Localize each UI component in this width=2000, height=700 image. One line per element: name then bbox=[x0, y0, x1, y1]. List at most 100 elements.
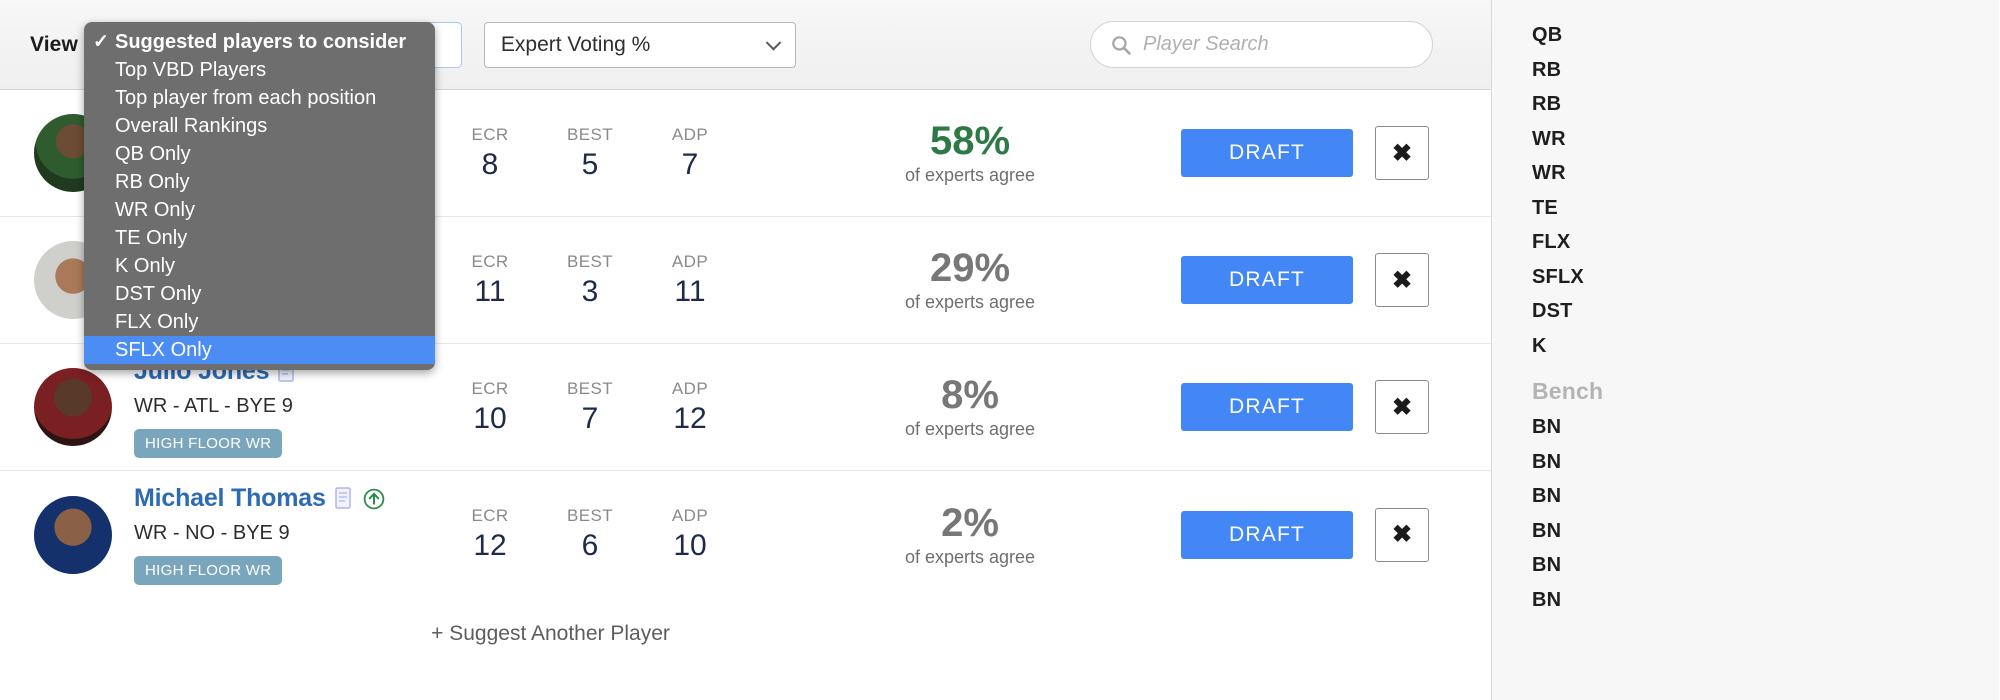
roster-sidebar: QB RB RB WR WR TE FLX SFLX DST K Bench BN BN BN BN BN… bbox=[1492, 0, 1999, 700]
roster-slot[interactable]: WR bbox=[1532, 156, 1999, 191]
stat-best: BEST 6 bbox=[540, 506, 640, 563]
dropdown-item[interactable]: QB Only bbox=[84, 140, 435, 168]
dropdown-item[interactable]: TE Only bbox=[84, 224, 435, 252]
stat-best-label: BEST bbox=[566, 506, 613, 525]
dropdown-item-label: Overall Rankings bbox=[115, 114, 268, 137]
bench-slot[interactable]: BN bbox=[1532, 583, 1999, 618]
bench-slot[interactable]: BN bbox=[1532, 548, 1999, 583]
draft-button[interactable]: DRAFT bbox=[1181, 256, 1353, 304]
stat-ecr: ECR 12 bbox=[440, 506, 540, 563]
dropdown-item-label: Suggested players to consider bbox=[115, 30, 407, 53]
dropdown-item[interactable]: WR Only bbox=[84, 196, 435, 224]
dropdown-item[interactable]: ✓ Suggested players to consider bbox=[84, 28, 435, 56]
stat-adp-value: 7 bbox=[681, 147, 699, 181]
roster-slot[interactable]: RB bbox=[1532, 53, 1999, 88]
roster-slot[interactable]: SFLX bbox=[1532, 260, 1999, 295]
roster-slot[interactable]: QB bbox=[1532, 18, 1999, 53]
stat-ecr-label: ECR bbox=[471, 506, 509, 525]
stat-adp: ADP 10 bbox=[640, 506, 740, 563]
bench-header: Bench bbox=[1532, 378, 1604, 404]
bench-slot[interactable]: BN bbox=[1532, 479, 1999, 514]
roster-slot[interactable]: TE bbox=[1532, 191, 1999, 226]
dropdown-item[interactable]: RB Only bbox=[84, 168, 435, 196]
stat-ecr-label: ECR bbox=[471, 378, 509, 398]
roster-slot[interactable]: RB bbox=[1532, 87, 1999, 122]
avatar bbox=[34, 495, 112, 574]
dropdown-item-label: Top VBD Players bbox=[115, 58, 267, 81]
stat-ecr: ECR 11 bbox=[440, 252, 540, 309]
stat-best-value: 7 bbox=[581, 401, 599, 435]
experts-agree: 58% of experts agree bbox=[820, 120, 1120, 186]
roster-slot[interactable]: DST bbox=[1532, 294, 1999, 329]
dropdown-item[interactable]: Top player from each position bbox=[84, 84, 435, 112]
remove-player-button[interactable]: ✖ bbox=[1375, 507, 1429, 562]
remove-player-button[interactable]: ✖ bbox=[1375, 253, 1429, 307]
roster-slot[interactable]: FLX bbox=[1532, 225, 1999, 260]
player-stats: ECR 10 BEST 7 ADP 12 bbox=[440, 379, 740, 436]
dropdown-item[interactable]: DST Only bbox=[84, 280, 435, 308]
dropdown-item-label: SFLX Only bbox=[115, 338, 212, 361]
draft-button[interactable]: DRAFT bbox=[1181, 129, 1353, 177]
stat-ecr: ECR 8 bbox=[440, 125, 540, 182]
player-note-icon[interactable] bbox=[334, 487, 354, 510]
draft-button[interactable]: DRAFT bbox=[1181, 510, 1353, 559]
dropdown-item-label: K Only bbox=[115, 254, 176, 277]
player-name[interactable]: Michael Thomas bbox=[134, 484, 326, 513]
stat-adp-value: 10 bbox=[673, 529, 707, 562]
experts-agree-label: of experts agree bbox=[904, 165, 1036, 185]
stat-adp-label: ADP bbox=[671, 378, 709, 398]
experts-agree: 29% of experts agree bbox=[820, 247, 1120, 313]
roster-slot[interactable]: WR bbox=[1532, 122, 1999, 157]
stat-ecr-value: 8 bbox=[481, 147, 499, 181]
draft-button[interactable]: DRAFT bbox=[1181, 383, 1353, 431]
bench-slot[interactable]: BN bbox=[1532, 445, 1999, 480]
experts-agree-percent: 58% bbox=[929, 119, 1011, 163]
roster-slot[interactable]: K bbox=[1532, 329, 1999, 364]
view-dropdown-menu[interactable]: ✓ Suggested players to consider Top VBD Pl… bbox=[84, 22, 435, 370]
dropdown-item-label: TE Only bbox=[115, 226, 188, 249]
player-stats: ECR 11 BEST 3 ADP 11 bbox=[440, 252, 740, 309]
player-info: Julio Jones WR - ATL - BYE 9 HIGH FLOOR WR bbox=[134, 357, 434, 458]
search-box[interactable] bbox=[1090, 21, 1433, 68]
player-stats: ECR 12 BEST 6 ADP 10 bbox=[440, 506, 740, 563]
dropdown-item[interactable]: SFLX Only bbox=[84, 336, 435, 364]
stat-ecr: ECR 10 bbox=[440, 379, 540, 436]
suggest-row: + Suggest Another Player bbox=[0, 598, 1491, 670]
remove-player-button[interactable]: ✖ bbox=[1375, 380, 1429, 434]
avatar bbox=[34, 368, 112, 446]
dropdown-bottom-pad bbox=[84, 364, 435, 370]
dropdown-item[interactable]: Top VBD Players bbox=[84, 56, 435, 84]
dropdown-item[interactable]: K Only bbox=[84, 252, 435, 280]
stat-ecr-label: ECR bbox=[471, 124, 509, 144]
bench-slot[interactable]: BN bbox=[1532, 514, 1999, 549]
stat-adp: ADP 11 bbox=[640, 252, 740, 309]
stat-ecr-value: 12 bbox=[473, 529, 507, 562]
stat-best: BEST 5 bbox=[540, 125, 640, 182]
experts-agree-percent: 29% bbox=[929, 246, 1011, 290]
dropdown-item-label: QB Only bbox=[115, 142, 191, 165]
row-actions: DRAFT ✖ bbox=[1181, 507, 1429, 562]
search-input[interactable] bbox=[1143, 33, 1412, 56]
dropdown-item[interactable]: FLX Only bbox=[84, 308, 435, 336]
search-icon bbox=[1111, 35, 1131, 55]
stat-adp-value: 12 bbox=[673, 401, 707, 435]
row-actions: DRAFT ✖ bbox=[1181, 253, 1429, 307]
player-tag-badge: HIGH FLOOR WR bbox=[134, 556, 283, 585]
bench-slot[interactable]: BN bbox=[1532, 410, 1999, 445]
sort-select[interactable]: Expert Voting % bbox=[483, 21, 796, 68]
stat-best-label: BEST bbox=[566, 251, 613, 271]
dropdown-item-label: DST Only bbox=[115, 282, 202, 305]
draft-assistant-screen: View Expert Voting % Player Search ECR 8… bbox=[0, 0, 2000, 700]
stat-ecr-value: 11 bbox=[474, 274, 506, 308]
suggest-another-player-link[interactable]: + Suggest Another Player bbox=[431, 622, 670, 646]
dropdown-item-label: FLX Only bbox=[115, 310, 199, 333]
experts-agree: 8% of experts agree bbox=[820, 374, 1120, 440]
player-meta: WR - ATL - BYE 9 bbox=[134, 394, 293, 417]
dropdown-item-label: WR Only bbox=[115, 198, 195, 221]
dropdown-item[interactable]: Overall Rankings bbox=[84, 112, 435, 140]
experts-agree-percent: 2% bbox=[941, 500, 999, 545]
stat-best: BEST 3 bbox=[540, 252, 640, 309]
player-tag-badge: HIGH FLOOR WR bbox=[134, 428, 283, 458]
riser-up-arrow-icon[interactable] bbox=[363, 488, 385, 510]
remove-player-button[interactable]: ✖ bbox=[1375, 126, 1429, 180]
